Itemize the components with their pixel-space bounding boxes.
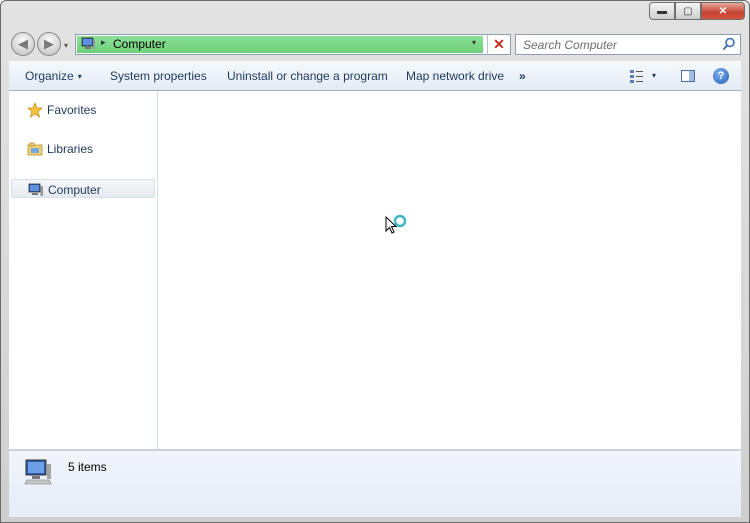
- title-bar[interactable]: ▬ ▢ ✕: [1, 1, 749, 27]
- star-icon: [27, 102, 43, 118]
- close-button[interactable]: ✕: [701, 2, 745, 20]
- search-icon[interactable]: [722, 37, 736, 51]
- organize-label: Organize: [25, 69, 74, 83]
- computer-icon: [81, 37, 95, 49]
- uninstall-program-button[interactable]: Uninstall or change a program: [227, 69, 388, 83]
- breadcrumb-computer[interactable]: Computer: [113, 37, 166, 51]
- address-bar[interactable]: ▸ Computer ▾ ✕: [75, 34, 511, 55]
- address-history-dropdown[interactable]: ▾: [472, 38, 476, 47]
- chevron-down-icon: ▾: [77, 72, 82, 81]
- busy-cursor-icon: [385, 214, 407, 234]
- caption-buttons: ▬ ▢ ✕: [649, 2, 745, 20]
- sidebar-item-label: Favorites: [47, 103, 97, 117]
- preview-pane-icon[interactable]: [680, 68, 696, 84]
- search-input[interactable]: Search Computer: [523, 38, 617, 52]
- system-properties-button[interactable]: System properties: [110, 69, 207, 83]
- sidebar-item-favorites[interactable]: Favorites: [11, 100, 155, 119]
- sidebar-item-computer[interactable]: Computer: [11, 179, 155, 198]
- forward-button[interactable]: ▶: [37, 32, 61, 56]
- content-area: Favorites Libraries Computer: [9, 91, 741, 449]
- help-icon[interactable]: ?: [713, 68, 729, 84]
- computer-icon: [28, 183, 43, 196]
- sidebar-item-label: Libraries: [47, 142, 94, 156]
- navigation-pane: Favorites Libraries Computer: [9, 91, 158, 449]
- search-box[interactable]: Search Computer: [515, 34, 741, 55]
- view-options-dropdown[interactable]: ▾: [652, 71, 656, 80]
- change-view-icon[interactable]: [629, 68, 645, 84]
- sidebar-item-libraries[interactable]: Libraries: [11, 139, 155, 158]
- command-bar: Organize ▾ System properties Uninstall or…: [9, 61, 741, 91]
- library-icon: [27, 142, 43, 156]
- details-pane: 5 items: [9, 450, 741, 517]
- maximize-button[interactable]: ▢: [675, 2, 701, 20]
- explorer-window: ▬ ▢ ✕ ◀ ▶ ▾ ▸ Computer ▾ ✕ Search Comput…: [0, 0, 750, 523]
- computer-icon: [24, 459, 52, 485]
- back-button[interactable]: ◀: [11, 32, 35, 56]
- recent-pages-dropdown[interactable]: ▾: [64, 41, 68, 50]
- sidebar-item-label: Computer: [48, 183, 101, 197]
- navigation-bar: ◀ ▶ ▾ ▸ Computer ▾ ✕ Search Computer: [1, 29, 749, 61]
- breadcrumb-separator[interactable]: ▸: [101, 37, 106, 48]
- item-count: 5 items: [68, 460, 107, 474]
- map-network-drive-button[interactable]: Map network drive: [406, 69, 504, 83]
- stop-button[interactable]: ✕: [487, 35, 510, 54]
- minimize-button[interactable]: ▬: [649, 2, 675, 20]
- organize-menu[interactable]: Organize ▾: [25, 69, 82, 83]
- more-commands-button[interactable]: »: [519, 69, 526, 83]
